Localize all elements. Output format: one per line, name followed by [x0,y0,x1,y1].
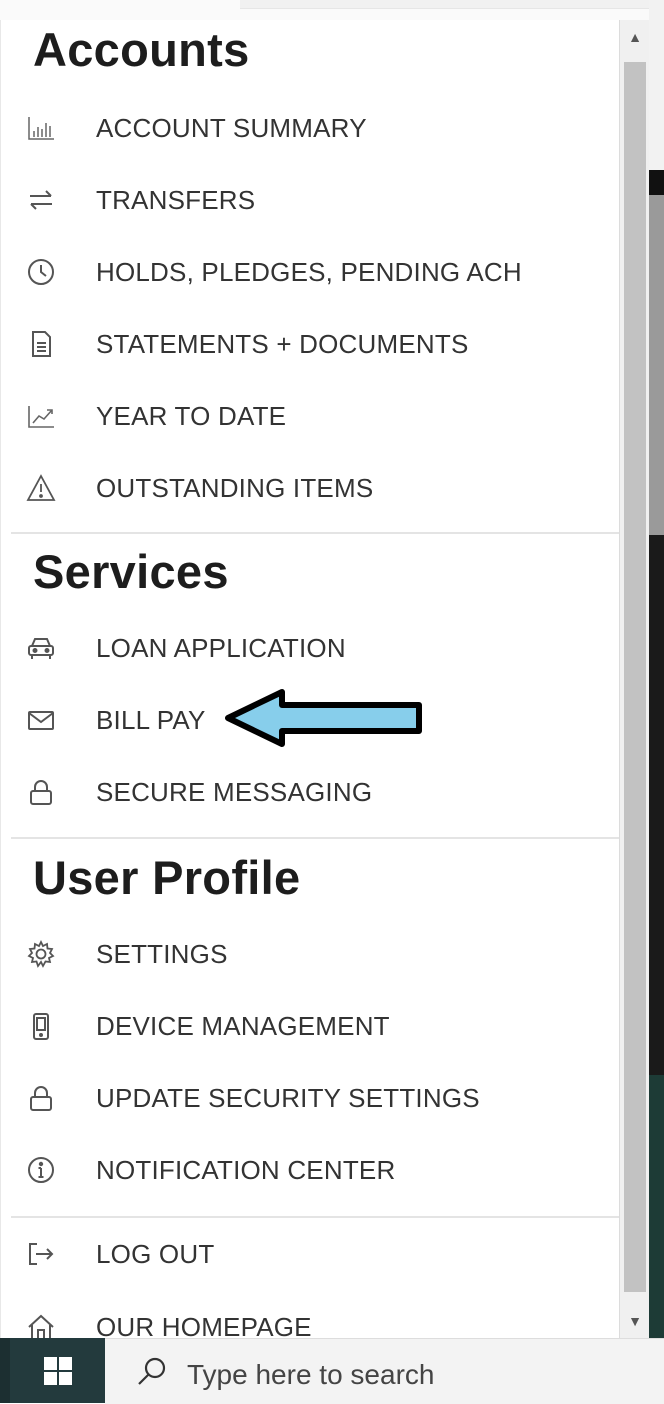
taskbar-search-box[interactable]: Type here to search [105,1338,664,1404]
window-top-strip [0,0,664,22]
menu-item-loan-application[interactable]: LOAN APPLICATION [1,617,621,679]
search-icon [138,1357,166,1385]
menu-item-label: OUR HOMEPAGE [96,1311,312,1339]
menu-item-label: OUTSTANDING ITEMS [96,472,374,503]
home-icon [23,1309,59,1338]
bar-chart-icon [23,110,59,146]
car-icon [23,630,59,666]
scroll-down-arrow-icon[interactable]: ▼ [620,1304,650,1338]
search-placeholder: Type here to search [187,1359,435,1390]
phone-icon [23,1008,59,1044]
menu-item-label: BILL PAY [96,704,206,735]
section-title-services: Services [33,545,229,598]
annotation-arrow-shape [225,689,422,747]
menu-item-holds-pledges[interactable]: HOLDS, PLEDGES, PENDING ACH [1,241,621,303]
menu-item-label: LOAN APPLICATION [96,632,346,663]
menu-item-account-summary[interactable]: ACCOUNT SUMMARY [1,97,621,159]
menu-item-label: NOTIFICATION CENTER [96,1154,396,1185]
lock-icon [23,1080,59,1116]
menu-item-label: DEVICE MANAGEMENT [96,1010,390,1041]
menu-item-label: YEAR TO DATE [96,400,287,431]
menu-item-label: SETTINGS [96,938,228,969]
menu-item-statements-documents[interactable]: STATEMENTS + DOCUMENTS [1,313,621,375]
gear-icon [23,936,59,972]
menu-item-label: TRANSFERS [96,184,256,215]
lock-icon [23,774,59,810]
windows-logo-icon [43,1356,72,1385]
menu-item-label: SECURE MESSAGING [96,776,373,807]
section-divider [11,837,619,839]
vertical-scrollbar[interactable]: ▲ ▼ [619,20,650,1338]
menu-item-secure-messaging[interactable]: SECURE MESSAGING [1,761,621,823]
logout-icon [23,1236,59,1272]
navigation-menu: Accounts ACCOUNT SUMMARY TRANSFERS HOLDS… [0,20,621,1338]
info-icon [23,1152,59,1188]
menu-item-label: LOG OUT [96,1238,215,1269]
scroll-up-arrow-icon[interactable]: ▲ [620,20,650,54]
section-divider [11,532,619,534]
menu-item-notification-center[interactable]: NOTIFICATION CENTER [1,1139,621,1201]
menu-item-outstanding-items[interactable]: OUTSTANDING ITEMS [1,457,621,519]
document-icon [23,326,59,362]
menu-item-transfers[interactable]: TRANSFERS [1,169,621,231]
envelope-icon [23,702,59,738]
window-tab-edge [240,0,664,9]
menu-item-year-to-date[interactable]: YEAR TO DATE [1,385,621,447]
menu-item-label: STATEMENTS + DOCUMENTS [96,328,469,359]
scrollbar-thumb[interactable] [624,62,646,1292]
menu-item-label: HOLDS, PLEDGES, PENDING ACH [96,256,522,287]
menu-item-label: ACCOUNT SUMMARY [96,112,367,143]
transfer-arrows-icon [23,182,59,218]
section-title-user-profile: User Profile [33,851,301,904]
annotation-arrow [225,689,422,747]
menu-item-settings[interactable]: SETTINGS [1,923,621,985]
windows-taskbar: Type here to search [0,1338,664,1404]
start-button[interactable] [10,1338,105,1403]
clock-icon [23,254,59,290]
menu-item-label: UPDATE SECURITY SETTINGS [96,1082,480,1113]
trend-chart-icon [23,398,59,434]
section-divider [11,1216,619,1218]
menu-item-log-out[interactable]: LOG OUT [1,1223,621,1285]
section-title-accounts: Accounts [33,23,250,76]
background-window-edge [649,0,664,1338]
menu-item-update-security-settings[interactable]: UPDATE SECURITY SETTINGS [1,1067,621,1129]
menu-item-our-homepage[interactable]: OUR HOMEPAGE [1,1296,621,1338]
warning-icon [23,470,59,506]
menu-item-device-management[interactable]: DEVICE MANAGEMENT [1,995,621,1057]
